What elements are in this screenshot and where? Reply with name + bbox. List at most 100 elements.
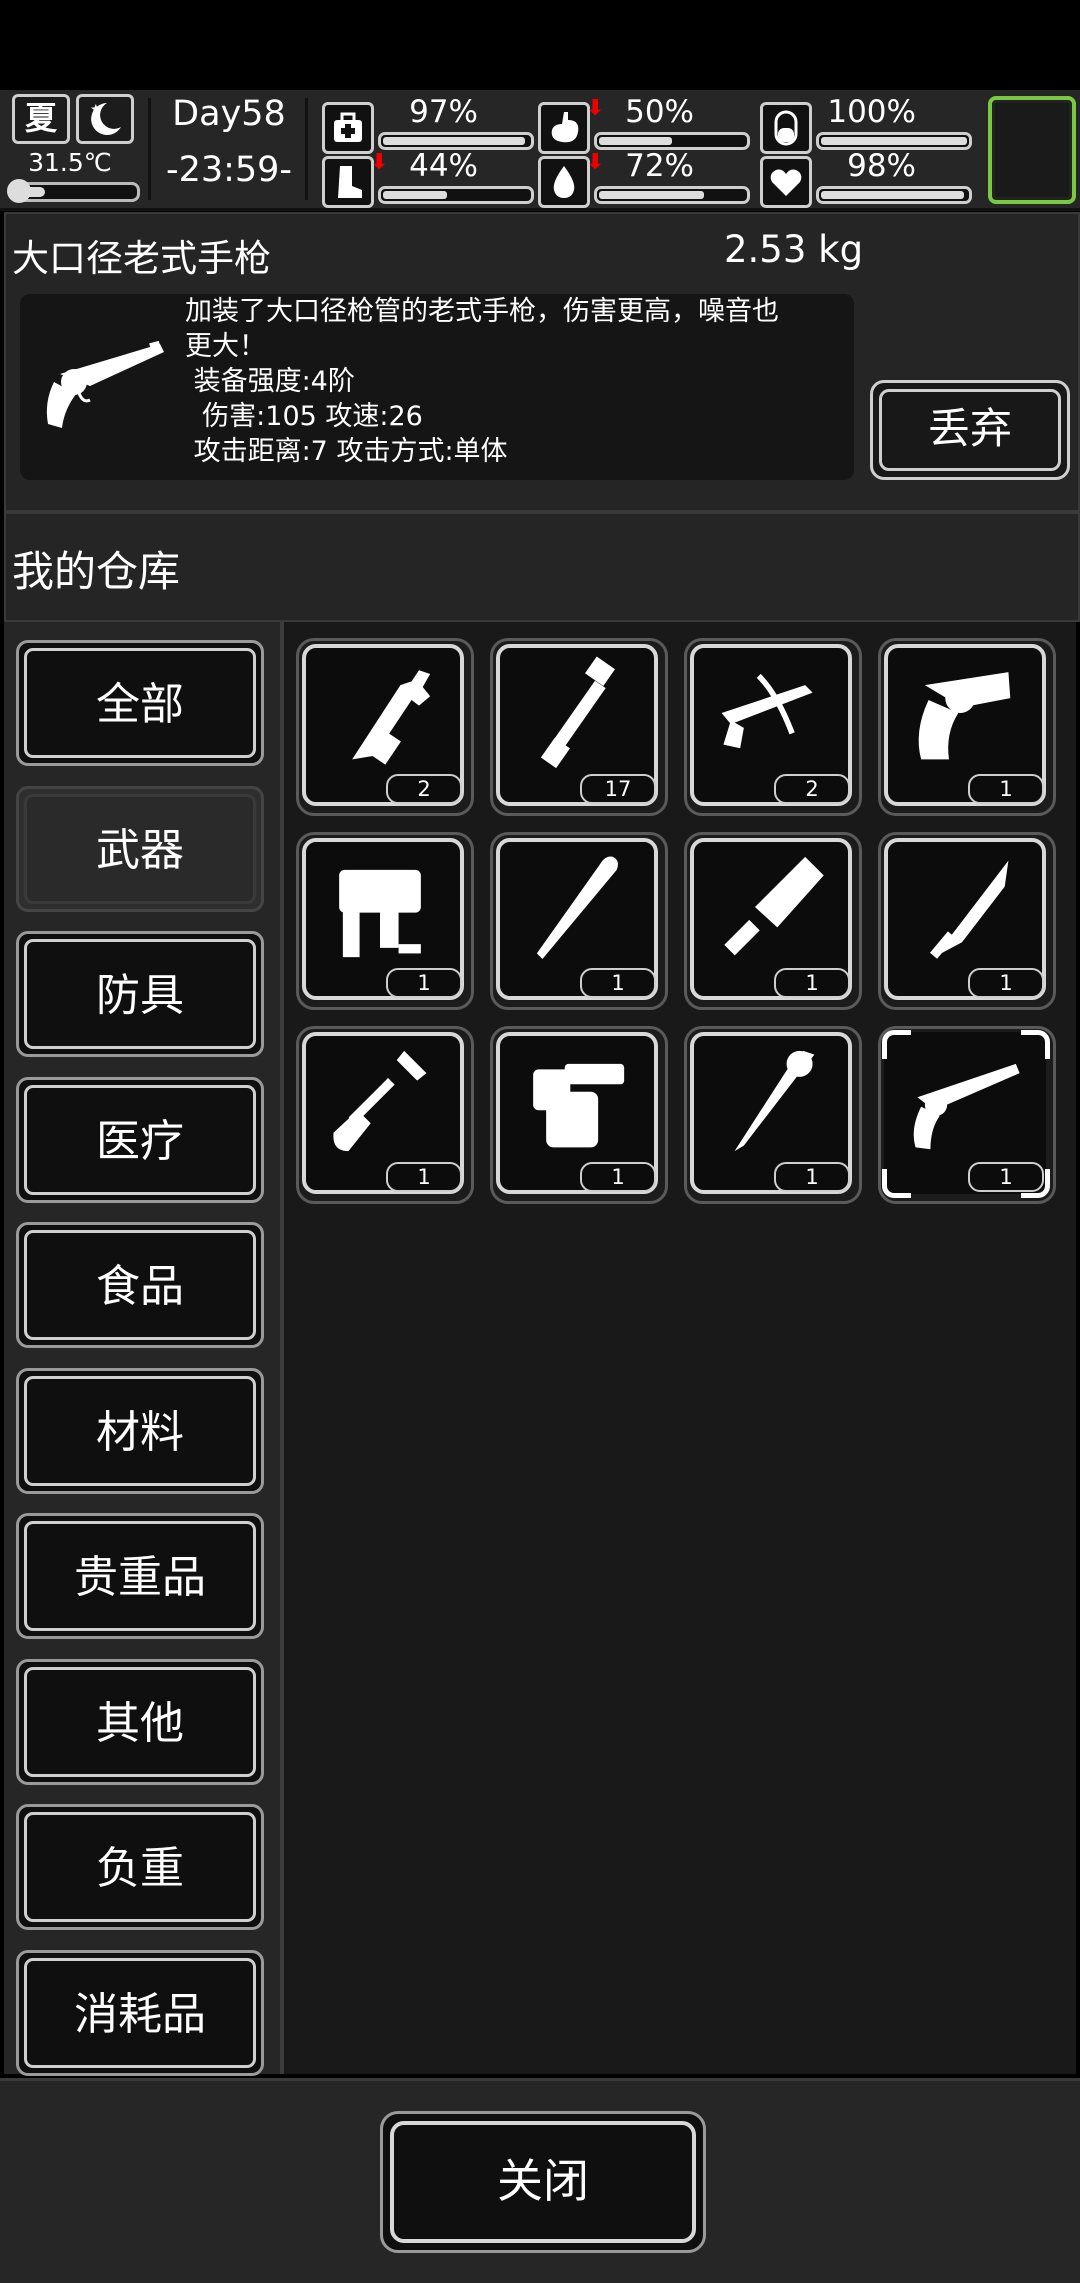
item-count-badge: 1 bbox=[968, 968, 1044, 998]
item-count-badge: 17 bbox=[580, 774, 656, 804]
inventory-slot[interactable]: 1 bbox=[490, 1026, 668, 1204]
category-tab-2[interactable]: 防具 bbox=[16, 931, 264, 1057]
inventory-slot[interactable]: 17 bbox=[490, 638, 668, 816]
baseball-bat-icon bbox=[536, 856, 618, 959]
crossbow-icon bbox=[721, 673, 813, 749]
item-count-badge: 1 bbox=[774, 968, 850, 998]
stat-bar-fill bbox=[821, 191, 964, 199]
category-tab-7[interactable]: 其他 bbox=[16, 1658, 264, 1785]
inventory-slot[interactable]: 1 bbox=[296, 1026, 474, 1204]
season-badge: 夏 bbox=[12, 94, 70, 144]
item-count-badge: 1 bbox=[386, 968, 462, 998]
category-tab-6[interactable]: 贵重品 bbox=[16, 1513, 264, 1639]
footer-bar: 关闭 bbox=[0, 2078, 1080, 2283]
item-name: 大口径老式手枪 bbox=[12, 237, 271, 280]
revolver-icon bbox=[918, 672, 1011, 760]
stat-bar-fill bbox=[383, 137, 525, 145]
drop-button[interactable]: 丢弃 bbox=[870, 380, 1070, 480]
heart-icon bbox=[760, 156, 812, 208]
inventory-slot[interactable]: 1 bbox=[684, 832, 862, 1010]
selection-corner bbox=[882, 1169, 911, 1198]
temperature-value: 31.5℃ bbox=[28, 148, 112, 177]
stat-bar bbox=[816, 186, 972, 204]
warehouse-header: 我的仓库 bbox=[4, 512, 1080, 622]
inventory-slot[interactable]: 1 bbox=[878, 832, 1056, 1010]
category-tab-0[interactable]: 全部 bbox=[16, 640, 264, 766]
nail-gun-icon bbox=[339, 869, 421, 958]
stat-thirst: ⬇ 72% bbox=[538, 148, 758, 208]
inventory-slot[interactable]: 1 bbox=[684, 1026, 862, 1204]
item-description-box: 加装了大口径枪管的老式手枪，伤害更高，噪音也 更大！ 装备强度:4阶 伤害:10… bbox=[20, 294, 854, 480]
inventory-slot[interactable]: 1 bbox=[490, 832, 668, 1010]
item-count-badge: 2 bbox=[386, 774, 462, 804]
pipe-club-icon bbox=[540, 656, 615, 769]
boot-icon bbox=[322, 156, 374, 208]
thermometer-bar bbox=[7, 179, 140, 203]
character-portrait[interactable] bbox=[988, 96, 1076, 204]
inventory-slot[interactable]: 1 bbox=[296, 832, 474, 1010]
category-tab-3[interactable]: 医疗 bbox=[16, 1076, 264, 1203]
category-label: 消耗品 bbox=[24, 1957, 256, 2068]
shovel-icon bbox=[333, 1050, 427, 1152]
stat-health: 97% bbox=[322, 94, 542, 154]
item-count-badge: 2 bbox=[774, 774, 850, 804]
stat-value: 44% bbox=[409, 148, 478, 184]
stat-hunger: ⬇ 50% bbox=[538, 94, 758, 154]
hud-divider bbox=[148, 98, 151, 200]
inventory-slot[interactable]: 2 bbox=[684, 638, 862, 816]
category-tab-5[interactable]: 材料 bbox=[16, 1367, 264, 1494]
selection-corner bbox=[1021, 1169, 1050, 1198]
spiked-club-icon bbox=[734, 1050, 815, 1152]
category-label: 负重 bbox=[24, 1812, 256, 1922]
category-tab-8[interactable]: 负重 bbox=[16, 1804, 264, 1930]
pill-icon bbox=[760, 102, 812, 154]
item-count-badge: 1 bbox=[386, 1162, 462, 1192]
stat-bar-fill bbox=[821, 137, 967, 145]
category-tab-1[interactable]: 武器 bbox=[16, 785, 264, 912]
clock-time: -23:59- bbox=[165, 150, 293, 190]
stat-bar bbox=[594, 186, 750, 204]
stat-bar bbox=[378, 186, 534, 204]
thermometer-fill bbox=[15, 187, 45, 197]
stat-heart: 98% bbox=[760, 148, 980, 208]
category-tab-9[interactable]: 消耗品 bbox=[16, 1949, 264, 2076]
category-label: 武器 bbox=[24, 793, 256, 904]
stat-value: 72% bbox=[625, 148, 694, 184]
warehouse-title: 我的仓库 bbox=[12, 547, 181, 596]
stat-mood: 100% bbox=[760, 94, 980, 154]
item-description: 加装了大口径枪管的老式手枪，伤害更高，噪音也 更大！ 装备强度:4阶 伤害:10… bbox=[185, 294, 849, 469]
close-button[interactable]: 关闭 bbox=[380, 2111, 706, 2253]
combat-knife-icon bbox=[929, 860, 1009, 959]
day-counter: Day58 bbox=[172, 94, 286, 134]
revolver-icon bbox=[46, 340, 164, 428]
item-count-badge: 1 bbox=[774, 1162, 850, 1192]
multitool-wrench-icon bbox=[352, 670, 431, 765]
inventory-slot[interactable]: 2 bbox=[296, 638, 474, 816]
stat-bar-fill bbox=[383, 191, 447, 199]
item-count-badge: 1 bbox=[580, 968, 656, 998]
medkit-icon bbox=[322, 102, 374, 154]
damage-speed: 伤害:105 攻速:26 bbox=[185, 401, 423, 432]
equipment-strength: 装备强度:4阶 bbox=[185, 366, 355, 397]
inventory-slot[interactable]: 1 bbox=[878, 638, 1056, 816]
selection-corner bbox=[1021, 1030, 1050, 1059]
water-drop-icon bbox=[538, 156, 590, 208]
selection-corner bbox=[882, 1030, 911, 1059]
status-hud: 夏 31.5℃ Day58 -23:59- 97% ⬇ 50% 100% ⬇ 44% ⬇ 72… bbox=[0, 90, 1080, 211]
item-detail-panel: 大口径老式手枪 2.53 kg 加装了大口径枪管的老式手枪，伤害更高，噪音也 更… bbox=[4, 212, 1080, 512]
category-label: 贵重品 bbox=[24, 1521, 256, 1631]
drop-button-label: 丢弃 bbox=[879, 389, 1061, 471]
stat-value: 98% bbox=[847, 148, 916, 184]
inventory-slot[interactable]: 1 bbox=[878, 1026, 1056, 1204]
inventory-grid: 2 17 2 1 1 1 1 1 1 1 1 1 bbox=[284, 622, 1076, 2074]
stat-value: 50% bbox=[625, 94, 694, 130]
range-mode: 攻击距离:7 攻击方式:单体 bbox=[185, 436, 508, 467]
moon-icon bbox=[76, 94, 134, 144]
category-label: 食品 bbox=[24, 1230, 256, 1340]
category-tab-4[interactable]: 食品 bbox=[16, 1222, 264, 1348]
category-label: 防具 bbox=[24, 939, 256, 1049]
description-line: 更大！ bbox=[185, 331, 266, 362]
description-line: 加装了大口径枪管的老式手枪，伤害更高，噪音也 bbox=[185, 296, 779, 327]
cleaver-icon bbox=[724, 856, 824, 956]
blowtorch-icon bbox=[533, 1063, 625, 1148]
